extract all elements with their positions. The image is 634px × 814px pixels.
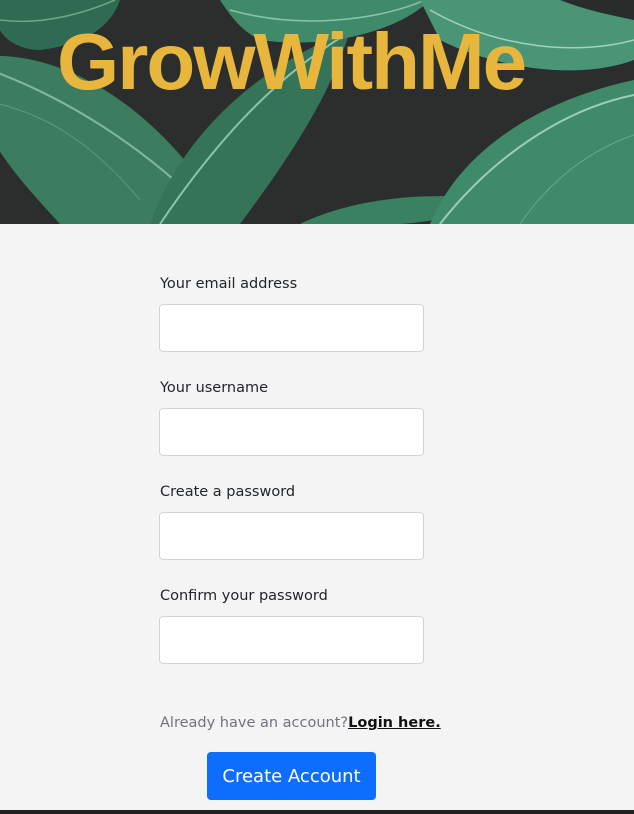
bottom-bar	[0, 810, 634, 814]
confirm-password-input[interactable]	[159, 616, 424, 664]
brand-title: GrowWithMe	[57, 17, 527, 106]
login-prompt-text: Already have an account?	[160, 715, 349, 731]
email-input[interactable]	[159, 304, 424, 352]
password-label: Create a password	[160, 484, 296, 500]
login-prompt: Already have an account?Login here.	[160, 715, 441, 731]
username-input[interactable]	[159, 408, 424, 456]
hero-banner: GrowWithMe	[0, 0, 634, 224]
create-account-button[interactable]: Create Account	[207, 752, 376, 800]
username-label: Your username	[160, 380, 269, 396]
login-link[interactable]: Login here.	[348, 715, 441, 731]
confirm-password-label: Confirm your password	[160, 588, 328, 604]
email-label: Your email address	[160, 276, 298, 292]
password-input[interactable]	[159, 512, 424, 560]
